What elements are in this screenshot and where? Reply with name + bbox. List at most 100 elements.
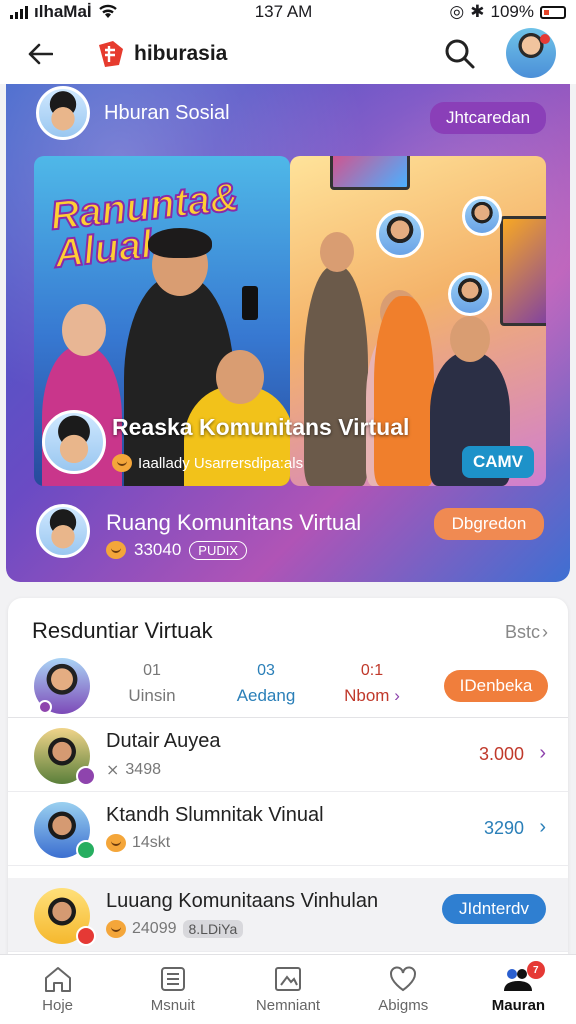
room-host (36, 504, 90, 558)
brand-logo[interactable]: hiburasia (96, 39, 227, 69)
featured-subtitle: Iaallady Usarrersdipa:als (112, 454, 303, 472)
list-item-count: 3498 (125, 761, 161, 778)
person-hair (148, 228, 212, 258)
list-item[interactable]: Luuang Komunitaans Vinhulan 24099 8.LDiY… (8, 878, 568, 952)
person-head (216, 350, 264, 404)
stat-1[interactable]: 01 Uinsin (112, 662, 192, 706)
brand-logo-icon (99, 41, 123, 67)
hero-title: Hburan Sosial (104, 101, 230, 124)
list-item-count: 14skt (132, 834, 171, 851)
stat-2[interactable]: 03 Aedang (226, 662, 306, 706)
chevron-right-icon: › (542, 622, 548, 642)
bluetooth-icon: ✱ (470, 2, 485, 21)
section-title: Resduntiar Virtuak (32, 618, 213, 643)
stat-2-label: Aedang (236, 686, 296, 705)
smile-emoji-icon (112, 454, 132, 472)
status-left: ılhaMaİ (10, 2, 118, 22)
play-badge-icon (76, 766, 96, 786)
grid-icon (160, 967, 185, 991)
hero-banner[interactable]: Hburan Sosial Jhtcaredan Ranunta& Aluals… (6, 84, 570, 582)
signal-icon (10, 5, 28, 19)
room-avatar[interactable] (36, 504, 90, 558)
app-header: hiburasia (0, 24, 576, 84)
stat-3-label: Nbom › (332, 686, 412, 706)
battery-label: 109% (490, 2, 534, 21)
status-right: ◎ ✱ 109% (449, 2, 566, 22)
member-bubble (462, 196, 502, 236)
nav-home-label: Hoje (42, 997, 74, 1014)
featured-avatar[interactable] (42, 410, 106, 474)
list-item[interactable]: Dutair Auyea ⨯ 3498 3.000 › (8, 718, 568, 792)
smile-emoji-icon (106, 541, 126, 559)
user-avatar[interactable] (506, 28, 556, 78)
list-item-action-button[interactable]: JIdnterdv (442, 894, 546, 924)
tv-graphic (330, 156, 410, 190)
list-item-value: 3.000 (478, 744, 524, 764)
chevron-right-icon: › (394, 686, 400, 705)
smile-emoji-icon (106, 834, 126, 852)
nav-profile[interactable]: 7 Mauran (461, 955, 576, 1024)
stat-2-number: 03 (257, 662, 275, 679)
nav-media-label: Nemniant (255, 997, 321, 1014)
person-head (320, 232, 354, 272)
chevron-right-icon: › (539, 742, 546, 764)
stats-action-button[interactable]: IDenbeka (444, 670, 548, 702)
check-badge-icon (76, 840, 96, 860)
stat-3-label-text: Nbom (344, 686, 390, 705)
see-more-link[interactable]: Bstc › (505, 622, 548, 643)
tv-graphic (500, 216, 546, 326)
heart-icon (390, 966, 417, 992)
room-count: 33040 (134, 540, 182, 559)
image-frame-icon (275, 967, 301, 991)
back-button[interactable] (20, 34, 60, 74)
room-action-button[interactable]: Dbgredon (434, 508, 544, 540)
list-item-tag: 8.LDiYa (182, 920, 244, 938)
chart-icon: ⨯ (106, 762, 120, 779)
list-item-count: 24099 (132, 920, 177, 937)
home-icon (44, 967, 71, 992)
list-item[interactable]: Ktandh Slumnitak Vinual 14skt 3290 › (8, 792, 568, 866)
see-more-label: Bstc (504, 622, 540, 642)
nav-favorites-label: Abigms (378, 997, 429, 1014)
nav-menu-label: Msnuit (150, 997, 195, 1014)
list-item-value: 3290 (483, 818, 524, 838)
search-button[interactable] (440, 34, 480, 74)
smile-emoji-icon (106, 920, 126, 938)
notification-badge: 7 (526, 961, 545, 979)
close-badge-icon (76, 926, 96, 946)
brand-name: hiburasia (134, 42, 228, 65)
featured-title: Reaska Komunitans Virtual (112, 414, 410, 440)
bottom-nav: Hoje Msnuit Nemniant Abigms 7 Mauran (0, 954, 576, 1024)
list-item-title: Ktandh Slumnitak Vinual (106, 804, 324, 826)
room-tag: PUDIX (189, 540, 248, 560)
nav-home[interactable]: Hoje (0, 955, 115, 1024)
host-avatar[interactable] (36, 86, 90, 140)
join-button[interactable]: Jhtcaredan (430, 102, 546, 134)
person-head (450, 316, 490, 362)
phone-graphic (242, 286, 258, 320)
camv-button[interactable]: CAMV (462, 446, 534, 478)
room-title: Ruang Komunitans Virtual (106, 510, 362, 535)
nav-profile-label: Mauran (491, 997, 546, 1014)
stat-3[interactable]: 0:1 Nbom › (332, 662, 412, 706)
back-arrow-icon (28, 43, 53, 65)
status-bar: ılhaMaİ 137 AM ◎ ✱ 109% (0, 0, 576, 24)
chevron-right-icon: › (539, 816, 546, 838)
clock: 137 AM (254, 2, 313, 21)
stats-row: 01 Uinsin 03 Aedang 0:1 Nbom › IDenbeka (8, 654, 568, 718)
person-head (62, 304, 106, 356)
alarm-icon: ◎ (449, 2, 465, 21)
nav-menu[interactable]: Msnuit (115, 955, 230, 1024)
member-bubble (376, 210, 424, 258)
stat-3-number: 0:1 (360, 662, 384, 679)
carrier-label: ılhaMaİ (34, 2, 92, 21)
battery-icon (539, 5, 566, 19)
nav-media[interactable]: Nemniant (230, 955, 345, 1024)
list-item-meta: 24099 8.LDiYa (106, 920, 244, 938)
hero-header: Hburan Sosial (36, 86, 230, 140)
list-item-title: Luuang Komunitaans Vinhulan (106, 890, 379, 912)
nav-favorites[interactable]: Abigms (346, 955, 461, 1024)
search-icon (445, 39, 475, 69)
featured-host (42, 410, 106, 474)
member-bubble (448, 272, 492, 316)
